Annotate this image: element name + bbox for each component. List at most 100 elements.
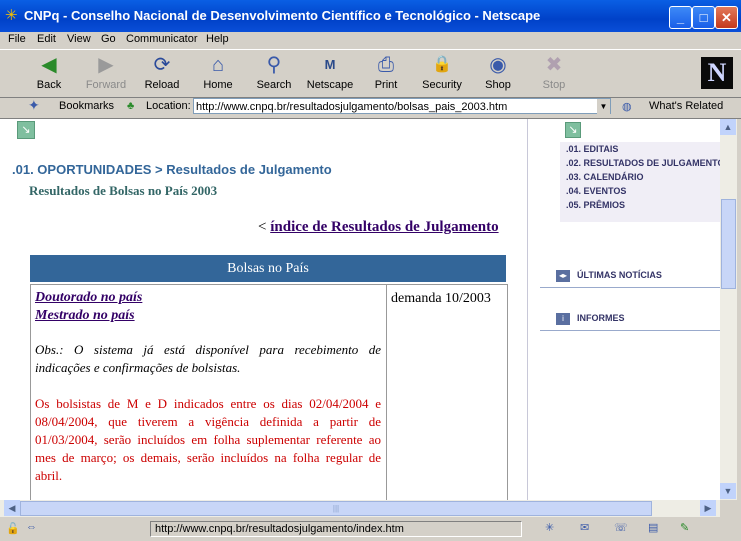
news-section[interactable]: ◂▸ ÚLTIMAS NOTÍCIAS xyxy=(540,265,720,288)
connection-icon: ⇔ xyxy=(26,521,37,533)
sidebar-item-calendario[interactable]: .03. CALENDÁRIO xyxy=(560,170,720,184)
status-bar: 🔓 ⇔ http://www.cnpq.br/resultadosjulgame… xyxy=(0,518,741,541)
demanda-text: demanda 10/2003 xyxy=(391,291,491,306)
netscape-button[interactable]: M Netscape xyxy=(304,53,356,91)
breadcrumb: .01. OPORTUNIDADES > Resultados de Julga… xyxy=(12,162,332,177)
scroll-right-icon[interactable]: ▶ xyxy=(700,500,716,516)
search-label: Search xyxy=(256,79,292,91)
news-icon: ◂▸ xyxy=(556,270,570,282)
whats-related-button[interactable]: What's Related xyxy=(649,100,723,112)
navigator-icon[interactable]: ✳ xyxy=(545,521,554,534)
print-icon: ⎙ xyxy=(378,54,394,76)
back-button[interactable]: ◀ Back xyxy=(23,53,75,91)
forward-button[interactable]: ▶ Forward xyxy=(80,53,132,91)
reload-button[interactable]: ⟳ Reload xyxy=(136,53,188,91)
page-content: ↘ .01. OPORTUNIDADES > Resultados de Jul… xyxy=(0,119,720,500)
sidebar-item-resultados[interactable]: .02. RESULTADOS DE JULGAMENTO xyxy=(560,156,720,170)
stop-icon: ✖ xyxy=(545,54,563,76)
netscape-logo[interactable]: N xyxy=(701,57,733,89)
doutorado-link[interactable]: Doutorado no país xyxy=(35,289,142,307)
netscape-label: Netscape xyxy=(306,79,354,91)
location-bar: ✦ Bookmarks ♣ Location: http://www.cnpq.… xyxy=(0,96,741,119)
sidebar-menu: .01. EDITAIS .02. RESULTADOS DE JULGAMEN… xyxy=(560,142,720,222)
vertical-scroll-thumb[interactable] xyxy=(721,199,736,289)
edit-icon[interactable]: ✎ xyxy=(680,521,689,534)
whats-related-icon: ◍ xyxy=(622,101,632,113)
menu-view[interactable]: View xyxy=(67,33,91,45)
title-bar: ✳ CNPq - Conselho Nacional de Desenvolvi… xyxy=(0,0,741,32)
menu-help[interactable]: Help xyxy=(206,33,229,45)
forward-label: Forward xyxy=(85,79,127,91)
obs-text: Obs.: O sistema já está disponível para … xyxy=(35,342,381,375)
stop-button[interactable]: ✖ Stop xyxy=(528,53,580,91)
composer-icon[interactable]: ▤ xyxy=(648,521,658,534)
url-dropdown-icon[interactable]: ▼ xyxy=(597,99,610,114)
shop-button[interactable]: ◉ Shop xyxy=(472,53,524,91)
sidebar-item-eventos[interactable]: .04. EVENTOS xyxy=(560,184,720,198)
sidebar-item-premios[interactable]: .05. PRÊMIOS xyxy=(560,198,720,212)
location-label: Location: xyxy=(146,100,191,112)
menu-file[interactable]: File xyxy=(8,33,26,45)
print-button[interactable]: ⎙ Print xyxy=(360,53,412,91)
forward-arrow-icon: ▶ xyxy=(98,54,114,76)
index-link-row: < índice de Resultados de Julgamento xyxy=(258,219,499,236)
location-icon: ♣ xyxy=(127,100,135,112)
news-label: ÚLTIMAS NOTÍCIAS xyxy=(577,270,662,280)
horizontal-scroll-thumb[interactable]: ||| xyxy=(20,501,652,516)
shop-label: Shop xyxy=(485,79,511,91)
corner-arrow-icon: ↘ xyxy=(17,121,35,139)
print-label: Print xyxy=(374,79,398,91)
window-title: CNPq - Conselho Nacional de Desenvolvime… xyxy=(24,8,541,23)
security-status-icon[interactable]: 🔓 xyxy=(6,522,20,535)
reload-label: Reload xyxy=(144,79,180,91)
netscape-icon: M xyxy=(324,57,336,72)
mestrado-link[interactable]: Mestrado no país xyxy=(35,307,142,325)
scroll-down-icon[interactable]: ▼ xyxy=(720,483,736,499)
bookmarks-button[interactable]: Bookmarks xyxy=(59,100,114,112)
security-label: Security xyxy=(422,79,462,91)
maximize-button[interactable]: □ xyxy=(692,6,715,29)
status-text: http://www.cnpq.br/resultadosjulgamento/… xyxy=(150,521,522,537)
scroll-corner xyxy=(720,500,737,517)
index-link-prefix: < xyxy=(258,219,271,235)
reload-icon: ⟳ xyxy=(153,54,171,76)
back-label: Back xyxy=(36,79,62,91)
scroll-up-icon[interactable]: ▲ xyxy=(720,119,736,135)
index-link[interactable]: índice de Resultados de Julgamento xyxy=(270,219,498,235)
lock-icon: 🔒 xyxy=(432,56,452,73)
info-section[interactable]: i INFORMES xyxy=(540,308,720,331)
home-label: Home xyxy=(203,79,233,91)
vertical-scrollbar[interactable]: ▲ ▼ xyxy=(720,119,737,500)
stop-label: Stop xyxy=(542,79,566,91)
table-title: Bolsas no País xyxy=(30,255,506,282)
navigation-toolbar: ◀ Back ▶ Forward ⟳ Reload ⌂ Home ⚲ Search M Ne… xyxy=(0,49,741,98)
shop-icon: ◉ xyxy=(489,54,507,76)
menu-communicator[interactable]: Communicator xyxy=(126,33,198,45)
menu-bar: File Edit View Go Communicator Help xyxy=(0,32,741,48)
home-button[interactable]: ⌂ Home xyxy=(192,53,244,91)
demanda-cell: demanda 10/2003 xyxy=(386,284,508,500)
scroll-left-icon[interactable]: ◀ xyxy=(4,500,20,516)
notice-text: Os bolsistas de M e D indicados entre os… xyxy=(35,396,381,483)
menu-edit[interactable]: Edit xyxy=(37,33,56,45)
info-label: INFORMES xyxy=(577,313,625,323)
search-button[interactable]: ⚲ Search xyxy=(248,53,300,91)
bookmarks-icon: ✦ xyxy=(28,97,40,113)
url-input[interactable]: http://www.cnpq.br/resultadosjulgamento/… xyxy=(193,98,611,114)
mail-icon[interactable]: ✉ xyxy=(580,521,589,534)
menu-go[interactable]: Go xyxy=(101,33,116,45)
security-button[interactable]: 🔒 Security xyxy=(416,53,468,91)
sidebar-divider xyxy=(527,119,528,500)
home-icon: ⌂ xyxy=(211,54,225,76)
back-arrow-icon: ◀ xyxy=(41,54,57,76)
info-icon: i xyxy=(556,313,570,325)
minimize-button[interactable]: _ xyxy=(669,6,692,29)
close-button[interactable]: ✕ xyxy=(715,6,738,29)
sidebar-item-editais[interactable]: .01. EDITAIS xyxy=(560,142,720,156)
search-icon: ⚲ xyxy=(266,54,282,76)
horizontal-scrollbar[interactable]: ◀ ||| ▶ xyxy=(0,500,720,517)
netscape-app-icon: ✳ xyxy=(5,7,18,24)
sidebar-arrow-icon: ↘ xyxy=(565,122,581,138)
page-subtitle: Resultados de Bolsas no País 2003 xyxy=(29,183,218,198)
discussion-icon[interactable]: ☏ xyxy=(614,521,628,534)
